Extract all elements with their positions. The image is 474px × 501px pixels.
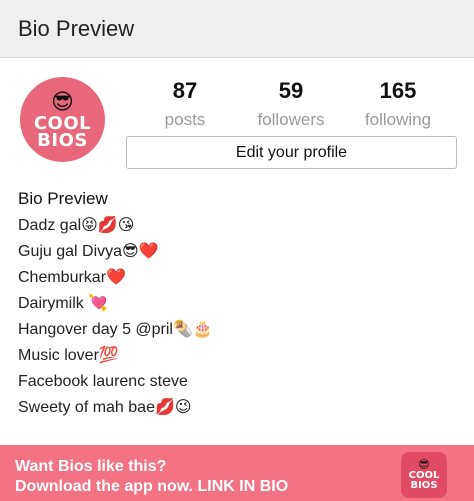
posts-stat[interactable]: 87 posts [135,78,235,130]
following-stat[interactable]: 165 following [348,78,448,130]
bio-line: Chemburkar❤️ [18,269,126,286]
bio-line: Guju gal Divya😎❤️ [18,243,159,260]
bio-lines: Dadz gal😝💋😘 Guju gal Divya😎❤️ Chemburkar… [18,213,458,421]
edit-profile-button[interactable]: Edit your profile [126,136,457,169]
sunglasses-emoji-icon: 😎 [51,88,74,114]
bio-line: Hangover day 5 @pril🌯🎂 [18,321,213,338]
logo-brand-line2: BIOS [410,480,438,491]
bio-line: Facebook laurenc steve [18,373,188,390]
top-bar: Bio Preview [0,0,474,58]
followers-count: 59 [278,78,304,103]
promo-text: Want Bios like this? Download the app no… [15,457,288,497]
followers-stat[interactable]: 59 followers [241,78,341,130]
avatar-brand-line2: BIOS [37,129,88,151]
avatar[interactable]: 😎 COOL BIOS [20,77,105,162]
bio-line: Sweety of mah bae💋😉 [18,399,192,416]
page-title: Bio Preview [18,16,135,41]
followers-label: followers [257,110,325,129]
promo-line2: Download the app now. LINK IN BIO [15,478,289,495]
app-logo-icon[interactable]: 😎 COOL BIOS [401,452,447,498]
posts-count: 87 [172,78,198,103]
avatar-brand-line1: COOL [33,112,92,134]
following-label: following [364,110,432,129]
bio-line: Music lover💯 [18,347,119,364]
bio-section: Bio Preview Dadz gal😝💋😘 Guju gal Divya😎❤… [18,188,458,421]
following-count: 165 [379,78,417,103]
bio-line: Dadz gal😝💋😘 [18,217,135,234]
promo-line1: Want Bios like this? [15,458,167,475]
bio-name: Bio Preview [18,189,108,208]
bio-line: Dairymilk 💘 [18,295,109,312]
posts-label: posts [164,110,206,129]
